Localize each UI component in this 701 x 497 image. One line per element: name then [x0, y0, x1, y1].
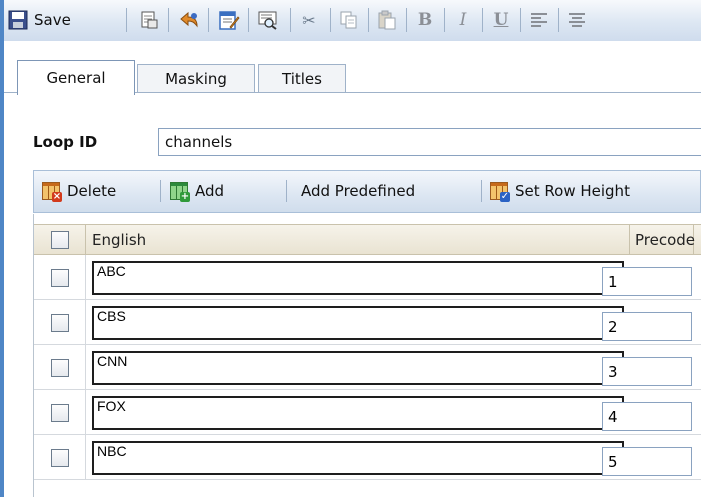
tab-label: General	[46, 69, 106, 87]
tab-masking[interactable]: Masking	[137, 64, 255, 93]
select-all-checkbox[interactable]	[50, 231, 69, 249]
italic-button[interactable]: I	[448, 6, 478, 34]
tab-general[interactable]: General	[17, 60, 135, 95]
align-left-button[interactable]	[524, 6, 554, 34]
answers-grid: English Precode	[33, 214, 701, 497]
save-label: Save	[34, 11, 71, 29]
set-row-height-label: Set Row Height	[515, 182, 630, 200]
italic-icon: I	[459, 10, 467, 30]
add-button[interactable]: + Add	[170, 177, 224, 205]
toolbar-separator	[248, 8, 249, 32]
delete-row-icon: ×	[42, 182, 62, 202]
toolbar-separator	[290, 8, 291, 32]
print-preview-icon	[141, 11, 158, 29]
english-text-input[interactable]	[92, 441, 624, 475]
select-all-cell	[34, 225, 86, 255]
save-icon	[8, 10, 28, 30]
paste-icon	[378, 10, 396, 30]
row-checkbox[interactable]	[50, 268, 69, 287]
toolbar-separator	[168, 8, 169, 32]
add-label: Add	[195, 182, 225, 200]
loop-id-label: Loop ID	[33, 133, 98, 151]
tab-titles[interactable]: Titles	[258, 64, 346, 93]
toolbar-separator	[406, 8, 407, 32]
align-center-icon	[569, 13, 585, 27]
underline-icon: U	[493, 10, 509, 30]
tab-label: Masking	[165, 70, 227, 88]
print-preview-button[interactable]	[132, 6, 166, 34]
add-predefined-button[interactable]: Add Predefined	[301, 177, 415, 205]
row-checkbox[interactable]	[50, 403, 69, 422]
row-checkbox[interactable]	[50, 358, 69, 377]
toolbar-separator	[444, 8, 445, 32]
grid-toolbar-separator	[286, 180, 287, 202]
save-button[interactable]: Save	[6, 6, 126, 34]
cut-button[interactable]: ✂	[294, 6, 324, 34]
table-row	[34, 255, 701, 300]
delete-label: Delete	[67, 182, 117, 200]
delete-button[interactable]: × Delete	[42, 177, 116, 205]
align-center-button[interactable]	[562, 6, 592, 34]
copy-button[interactable]	[334, 6, 364, 34]
english-text-input[interactable]	[92, 396, 624, 430]
undo-icon	[180, 11, 198, 28]
table-row	[34, 435, 701, 480]
row-checkbox[interactable]	[50, 313, 69, 332]
english-text-input[interactable]	[92, 261, 624, 295]
grid-toolbar-separator	[160, 180, 161, 202]
row-checkbox[interactable]	[50, 448, 69, 467]
column-header-english[interactable]: English	[86, 225, 630, 255]
english-text-input[interactable]	[92, 351, 624, 385]
loop-id-input[interactable]	[158, 128, 701, 156]
column-header-label: Precode	[635, 231, 696, 249]
toolbar-separator	[368, 8, 369, 32]
toolbar-separator	[520, 8, 521, 32]
table-row	[34, 300, 701, 345]
grid-header: English Precode	[34, 224, 701, 255]
precode-input[interactable]	[602, 357, 692, 386]
set-row-height-button[interactable]: ✓ Set Row Height	[490, 177, 630, 205]
toolbar-separator	[208, 8, 209, 32]
precode-input[interactable]	[602, 312, 692, 341]
toolbar-separator	[558, 8, 559, 32]
grid-toolbar: × Delete + Add Add Predefined ✓ Set Row …	[33, 170, 701, 213]
underline-button[interactable]: U	[486, 6, 516, 34]
english-text-input[interactable]	[92, 306, 624, 340]
grid-toolbar-separator	[481, 180, 482, 202]
set-row-height-icon: ✓	[490, 182, 510, 202]
find-icon	[258, 11, 277, 30]
precode-input[interactable]	[602, 447, 692, 476]
bold-icon: B	[417, 10, 433, 30]
align-left-icon	[531, 13, 547, 27]
edit-button[interactable]	[212, 6, 246, 34]
toolbar-separator	[126, 8, 127, 32]
copy-icon	[340, 11, 357, 29]
edit-icon	[219, 11, 240, 30]
column-header-label: English	[92, 231, 147, 249]
column-header-precode[interactable]: Precode	[630, 225, 696, 255]
toolbar-separator	[330, 8, 331, 32]
paste-button[interactable]	[372, 6, 402, 34]
table-row	[34, 345, 701, 390]
tab-label: Titles	[282, 70, 322, 88]
table-row	[34, 390, 701, 435]
add-predefined-label: Add Predefined	[301, 182, 416, 200]
editor-toolbar: Save ✂ B I U	[4, 0, 701, 42]
undo-button[interactable]	[172, 6, 206, 34]
toolbar-separator	[482, 8, 483, 32]
precode-input[interactable]	[602, 402, 692, 431]
add-row-icon: +	[170, 182, 190, 202]
precode-input[interactable]	[602, 267, 692, 296]
find-button[interactable]	[252, 6, 286, 34]
cut-icon: ✂	[302, 10, 316, 30]
bold-button[interactable]: B	[410, 6, 440, 34]
